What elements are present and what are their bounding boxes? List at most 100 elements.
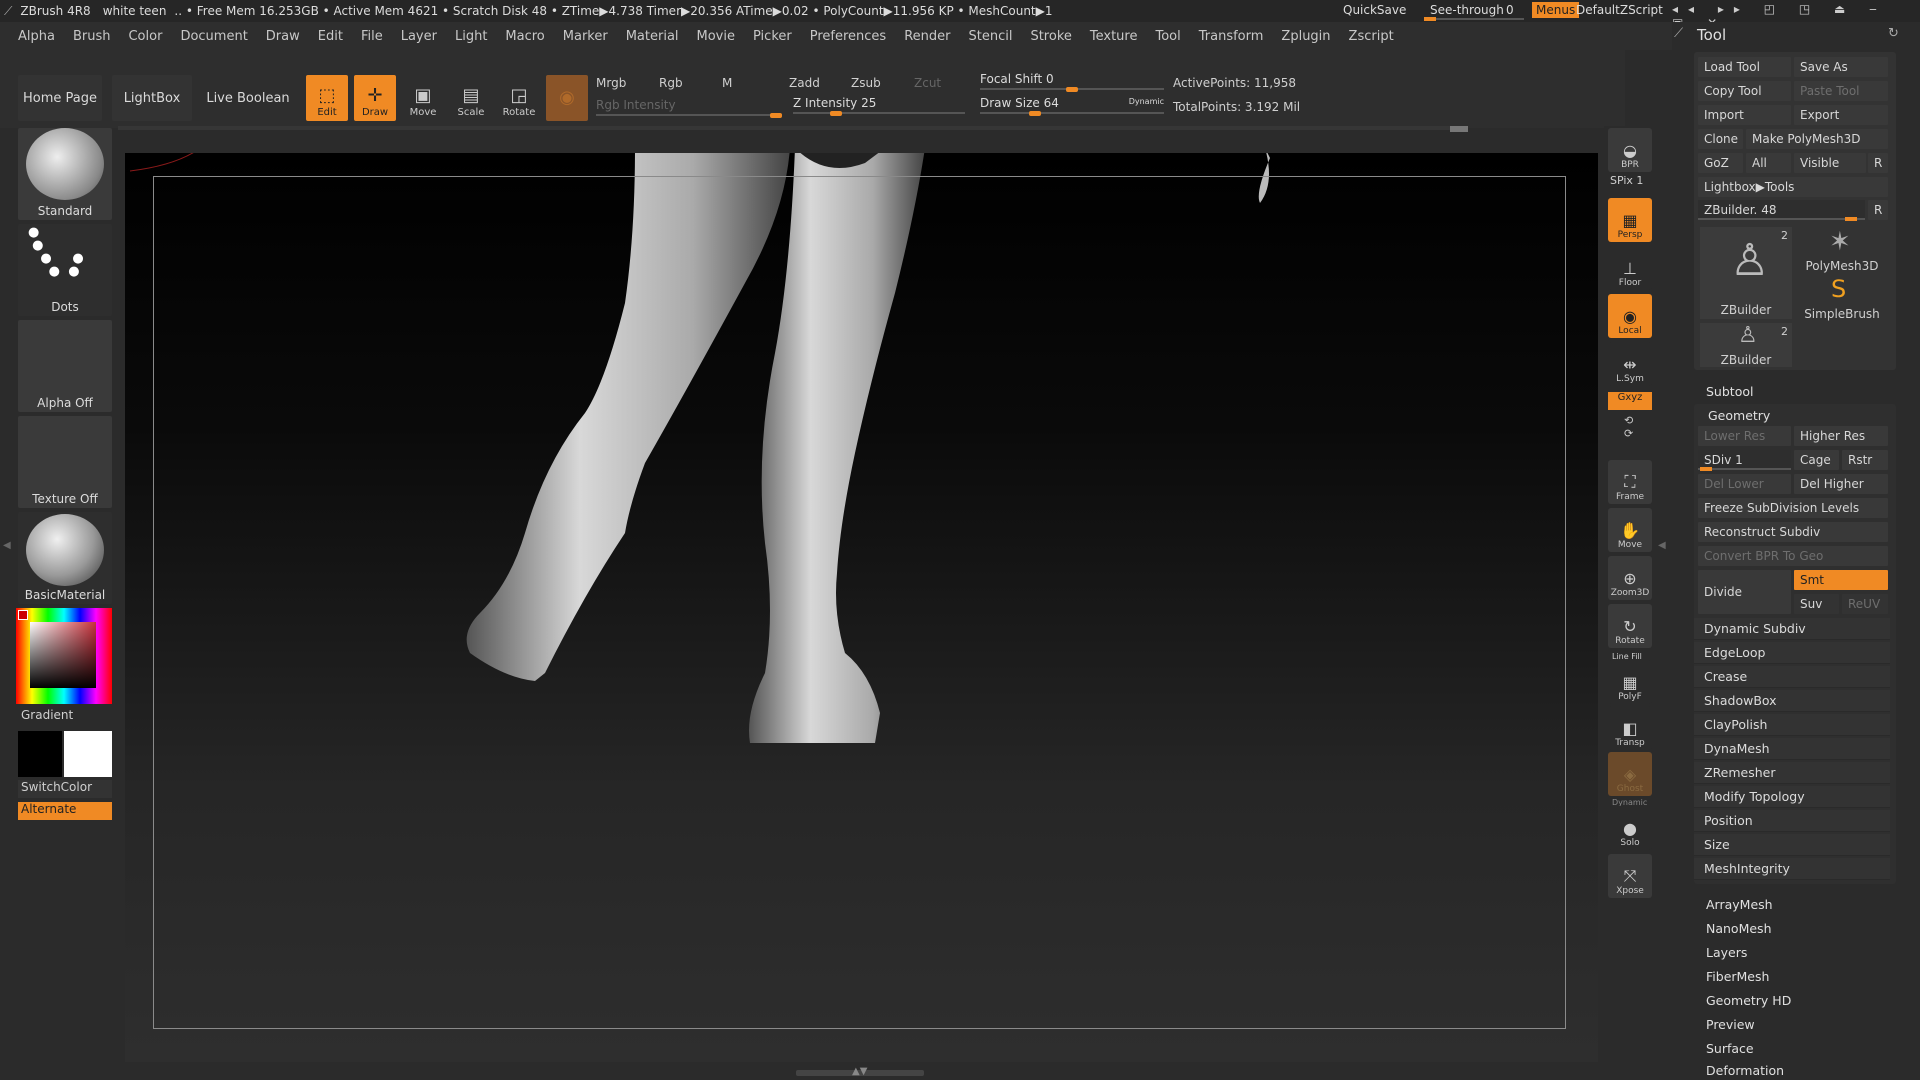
secondary-color-swatch[interactable] [64, 731, 112, 777]
menu-document[interactable]: Document [171, 29, 256, 44]
geo-position[interactable]: Position [1694, 810, 1890, 832]
m-button[interactable]: M [722, 76, 732, 90]
xyz-button[interactable]: Gxyz [1608, 392, 1652, 410]
rotate-axis-icon[interactable]: ⟲ ⟳ [1624, 414, 1633, 440]
frame-button[interactable]: ⛶ Frame [1608, 460, 1652, 504]
left-collapse-arrow[interactable]: ◀ [3, 540, 11, 551]
menu-file[interactable]: File [352, 29, 392, 44]
zbuilder-small-tool-thumb[interactable]: ♙ 2 ZBuilder [1700, 323, 1792, 367]
tool-palette-reset-icon[interactable]: ↻ [1888, 26, 1899, 41]
color-picker[interactable] [16, 608, 112, 704]
geo-dynamic-subdiv[interactable]: Dynamic Subdiv [1694, 618, 1890, 640]
local-button[interactable]: ◉ Local [1608, 294, 1652, 338]
r-button[interactable]: R [1868, 153, 1888, 173]
brush-selector[interactable]: Standard [18, 128, 112, 220]
menu-stencil[interactable]: Stencil [959, 29, 1021, 44]
menu-light[interactable]: Light [446, 29, 496, 44]
convert-bpr-button[interactable]: Convert BPR To Geo [1698, 546, 1888, 566]
r-slider-button[interactable]: R [1868, 200, 1888, 220]
del-lower-button[interactable]: Del Lower [1698, 474, 1791, 494]
bottom-expand-arrow[interactable]: ▲▼ [852, 1066, 867, 1077]
menu-edit[interactable]: Edit [309, 29, 352, 44]
geo-claypolish[interactable]: ClayPolish [1694, 714, 1890, 736]
menus-toggle[interactable]: Menus [1532, 2, 1580, 18]
arraymesh-section[interactable]: ArrayMesh [1706, 897, 1773, 912]
zsub-button[interactable]: Zsub [851, 76, 881, 90]
make-polymesh-button[interactable]: Make PolyMesh3D [1746, 129, 1888, 149]
menu-preferences[interactable]: Preferences [801, 29, 895, 44]
rotate-mode-button[interactable]: ◲ Rotate [498, 75, 540, 121]
right-collapse-arrow[interactable]: ◀ [1658, 540, 1666, 551]
paste-tool-button[interactable]: Paste Tool [1794, 81, 1888, 101]
freeze-subdivision-button[interactable]: Freeze SubDivision Levels [1698, 498, 1888, 518]
see-through-slider[interactable]: See-through 0 [1424, 2, 1524, 21]
menu-alpha[interactable]: Alpha [9, 29, 64, 44]
xpose-button[interactable]: ⤧ Xpose [1608, 854, 1652, 898]
transp-button[interactable]: ◧ Transp [1608, 706, 1652, 750]
material-selector[interactable]: BasicMaterial [18, 512, 112, 604]
reconstruct-subdiv-button[interactable]: Reconstruct Subdiv [1698, 522, 1888, 542]
all-button[interactable]: All [1746, 153, 1791, 173]
spix-slider[interactable]: SPix 1 [1610, 174, 1643, 187]
menu-tool[interactable]: Tool [1146, 29, 1189, 44]
menu-zscript[interactable]: Zscript [1340, 29, 1403, 44]
texture-selector[interactable]: Texture Off [18, 416, 112, 508]
live-boolean-button[interactable]: Live Boolean [202, 75, 294, 121]
zadd-button[interactable]: Zadd [789, 76, 820, 90]
geo-size[interactable]: Size [1694, 834, 1890, 856]
geo-edgeloop[interactable]: EdgeLoop [1694, 642, 1890, 664]
lightbox-button[interactable]: LightBox [112, 75, 192, 121]
move-view-button[interactable]: ✋ Move [1608, 508, 1652, 552]
reuv-toggle[interactable]: ReUV [1842, 594, 1888, 614]
copy-tool-button[interactable]: Copy Tool [1698, 81, 1791, 101]
lsym-button[interactable]: ⇹ L.Sym [1608, 342, 1652, 386]
toolbar-scroll-handle[interactable] [1450, 126, 1468, 132]
higher-res-button[interactable]: Higher Res [1794, 426, 1888, 446]
geometry-section[interactable]: Geometry [1708, 408, 1770, 423]
menu-stroke[interactable]: Stroke [1021, 29, 1080, 44]
draw-size-dynamic-toggle[interactable]: Dynamic [1129, 97, 1164, 106]
alternate-button[interactable]: Alternate [18, 802, 112, 820]
preview-section[interactable]: Preview [1706, 1017, 1755, 1032]
draw-size-slider[interactable]: Draw Size 64 Dynamic [980, 96, 1164, 116]
cage-button[interactable]: Cage [1794, 450, 1839, 470]
save-as-button[interactable]: Save As [1794, 57, 1888, 77]
menu-texture[interactable]: Texture [1081, 29, 1147, 44]
fibermesh-section[interactable]: FiberMesh [1706, 969, 1769, 984]
material-sphere-button[interactable]: ◉ [546, 75, 588, 121]
nanomesh-section[interactable]: NanoMesh [1706, 921, 1772, 936]
surface-section[interactable]: Surface [1706, 1041, 1754, 1056]
simplebrush-tool-thumb[interactable]: S SimpleBrush [1797, 275, 1887, 321]
suv-toggle[interactable]: Suv [1794, 594, 1839, 614]
geo-crease[interactable]: Crease [1694, 666, 1890, 688]
sdiv-slider[interactable]: SDiv 1 [1698, 450, 1791, 471]
z-intensity-slider[interactable]: Z Intensity 25 [793, 96, 965, 116]
move-mode-button[interactable]: ▣ Move [402, 75, 444, 121]
lower-res-button[interactable]: Lower Res [1698, 426, 1791, 446]
edit-mode-button[interactable]: ⬚ Edit [306, 75, 348, 121]
mrgb-button[interactable]: Mrgb [596, 76, 626, 90]
divide-button[interactable]: Divide [1698, 570, 1791, 614]
quicksave-button[interactable]: QuickSave [1343, 3, 1406, 17]
zoom3d-button[interactable]: ⊕ Zoom3D [1608, 556, 1652, 600]
switch-color-button[interactable]: SwitchColor [18, 780, 112, 798]
polyf-button[interactable]: ▦ PolyF [1608, 660, 1652, 704]
menu-render[interactable]: Render [895, 29, 959, 44]
default-zscript-button[interactable]: DefaultZScript [1576, 3, 1663, 17]
menu-zplugin[interactable]: Zplugin [1272, 29, 1339, 44]
deformation-section[interactable]: Deformation [1706, 1063, 1784, 1078]
scale-mode-button[interactable]: ▤ Scale [450, 75, 492, 121]
ghost-button[interactable]: ◈ Ghost [1608, 752, 1652, 796]
menu-color[interactable]: Color [119, 29, 171, 44]
rgb-intensity-slider[interactable]: Rgb Intensity [596, 98, 782, 118]
draw-mode-button[interactable]: ✛ Draw [354, 75, 396, 121]
visible-button[interactable]: Visible [1794, 153, 1866, 173]
stroke-selector[interactable]: ● ● ● ● ● ● Dots [18, 224, 112, 316]
menu-picker[interactable]: Picker [744, 29, 801, 44]
import-button[interactable]: Import [1698, 105, 1791, 125]
home-page-button[interactable]: Home Page [18, 75, 102, 121]
geo-dynamesh[interactable]: DynaMesh [1694, 738, 1890, 760]
geometry-hd-section[interactable]: Geometry HD [1706, 993, 1791, 1008]
zcut-button[interactable]: Zcut [914, 76, 941, 90]
goz-button[interactable]: GoZ [1698, 153, 1743, 173]
